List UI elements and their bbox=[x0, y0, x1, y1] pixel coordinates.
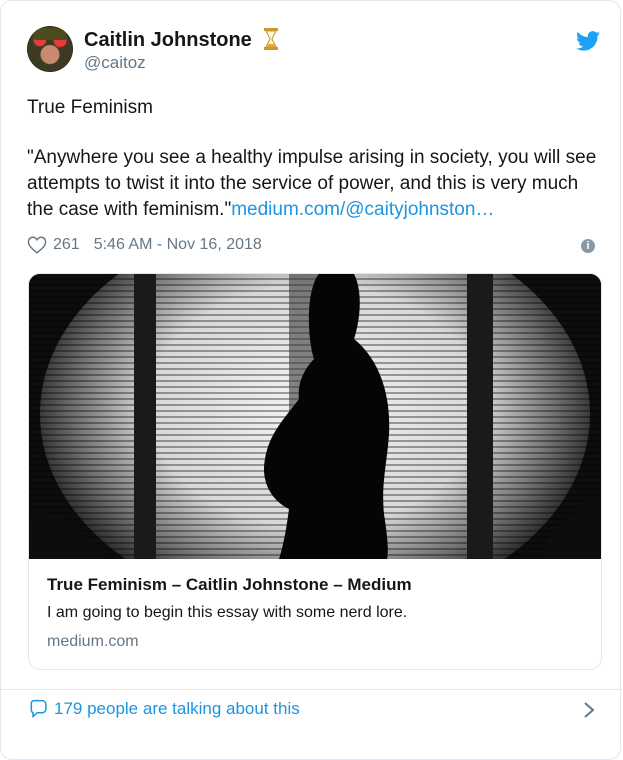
preview-image bbox=[29, 274, 601, 559]
heart-icon[interactable] bbox=[27, 236, 47, 254]
tweet-meta: 261 5:46 AM - Nov 16, 2018 bbox=[27, 236, 262, 254]
tweet-timestamp[interactable]: 5:46 AM - Nov 16, 2018 bbox=[94, 236, 262, 254]
author-handle[interactable]: @caitoz bbox=[84, 53, 146, 73]
card-domain: medium.com bbox=[47, 633, 139, 650]
avatar[interactable] bbox=[27, 26, 73, 72]
hourglass-icon bbox=[264, 28, 278, 50]
tweet-title-line: True Feminism bbox=[27, 97, 153, 118]
tweet-link[interactable]: medium.com/@caityjohnston… bbox=[231, 199, 494, 220]
info-icon[interactable]: i bbox=[581, 239, 595, 253]
card-title[interactable]: True Feminism – Caitlin Johnstone – Medi… bbox=[47, 575, 412, 595]
tweet-text: True Feminism "Anywhere you see a health… bbox=[27, 95, 607, 223]
link-preview-card[interactable]: True Feminism – Caitlin Johnstone – Medi… bbox=[28, 273, 602, 670]
card-description: I am going to begin this essay with some… bbox=[47, 604, 408, 621]
twitter-bird-icon[interactable] bbox=[576, 31, 600, 51]
footer-divider bbox=[1, 689, 622, 690]
conversation-text[interactable]: 179 people are talking about this bbox=[54, 699, 300, 719]
conversation-link[interactable]: 179 people are talking about this bbox=[28, 699, 300, 719]
tweet-card: Caitlin Johnstone @caitoz True Feminism … bbox=[0, 0, 622, 760]
chevron-right-icon[interactable] bbox=[583, 701, 595, 719]
tweet-body: "Anywhere you see a healthy impulse aris… bbox=[27, 145, 607, 223]
speech-bubble-icon bbox=[30, 699, 47, 719]
like-count[interactable]: 261 bbox=[53, 236, 80, 254]
author-name[interactable]: Caitlin Johnstone bbox=[84, 29, 252, 52]
